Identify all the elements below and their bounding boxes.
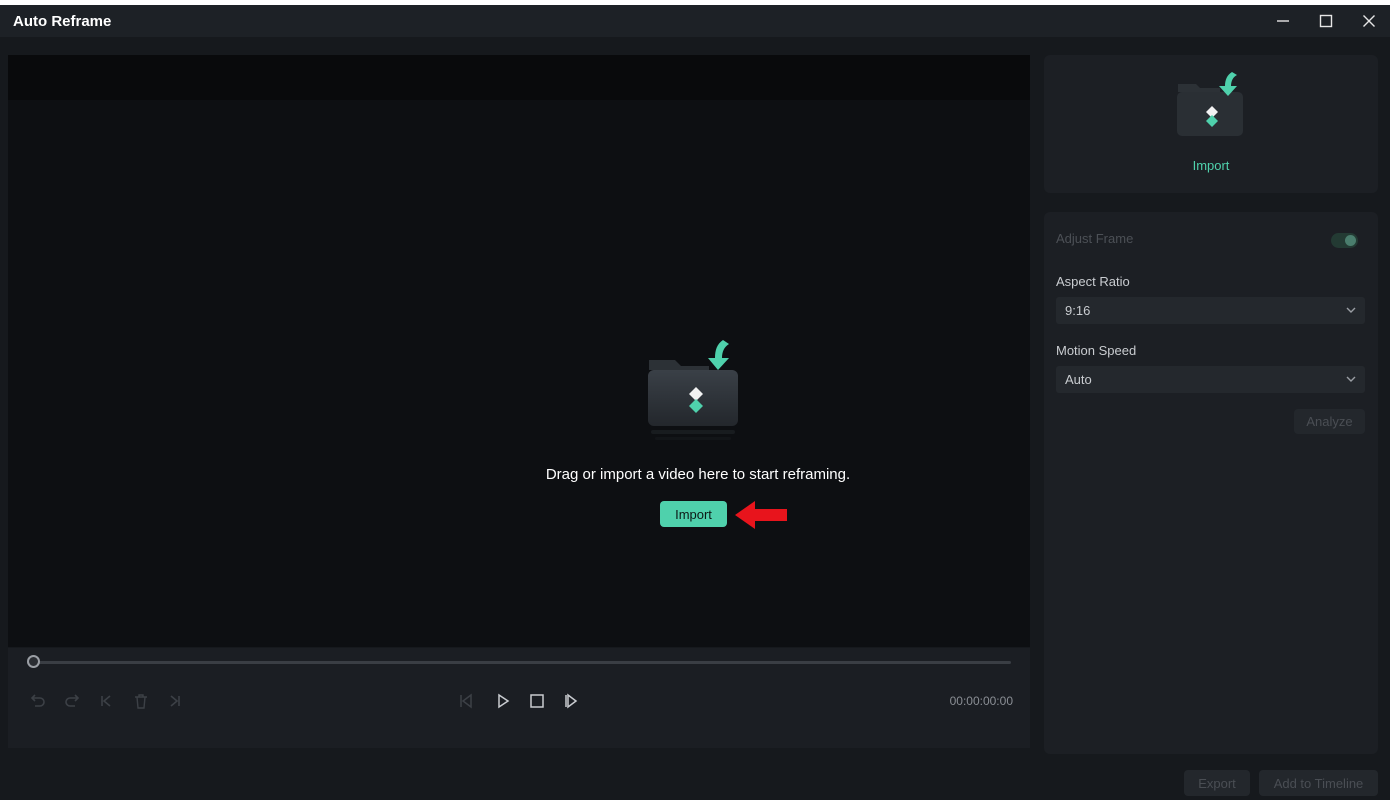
panel-import-label: Import bbox=[1192, 158, 1230, 173]
reframe-settings-panel bbox=[1044, 212, 1378, 754]
export-button[interactable]: Export bbox=[1184, 770, 1250, 796]
add-to-timeline-button[interactable]: Add to Timeline bbox=[1259, 770, 1378, 796]
previous-frame-button[interactable] bbox=[456, 690, 478, 712]
adjust-frame-label: Adjust Frame bbox=[1056, 231, 1134, 246]
title-bar: Auto Reframe bbox=[0, 5, 1390, 37]
window-edge bbox=[1390, 0, 1396, 800]
minimize-icon bbox=[1277, 20, 1289, 22]
maximize-button[interactable] bbox=[1305, 5, 1347, 37]
aspect-ratio-label: Aspect Ratio bbox=[1056, 274, 1130, 289]
panel-import-folder-icon bbox=[1177, 72, 1243, 136]
skip-to-end-icon bbox=[170, 695, 180, 707]
play-button[interactable] bbox=[492, 690, 514, 712]
motion-speed-value: Auto bbox=[1065, 372, 1092, 387]
next-frame-icon bbox=[565, 693, 578, 709]
motion-speed-label: Motion Speed bbox=[1056, 343, 1137, 358]
stop-button[interactable] bbox=[526, 690, 548, 712]
timecode-display: 00:00:00:00 bbox=[949, 694, 1013, 708]
minimize-button[interactable] bbox=[1262, 5, 1304, 37]
maximize-icon bbox=[1319, 14, 1333, 28]
redo-button[interactable] bbox=[61, 690, 83, 712]
close-button[interactable] bbox=[1348, 5, 1390, 37]
video-preview-area[interactable] bbox=[8, 55, 1030, 647]
adjust-frame-toggle[interactable] bbox=[1331, 233, 1358, 248]
stop-icon bbox=[530, 694, 544, 708]
preview-top-strip bbox=[8, 55, 1030, 100]
undo-button[interactable] bbox=[27, 690, 49, 712]
play-icon bbox=[498, 693, 510, 709]
chevron-down-icon bbox=[1346, 376, 1356, 382]
aspect-ratio-value: 9:16 bbox=[1065, 303, 1091, 318]
next-frame-button[interactable] bbox=[561, 690, 583, 712]
skip-to-end-button[interactable] bbox=[164, 690, 186, 712]
delete-button[interactable] bbox=[130, 690, 152, 712]
motion-speed-select[interactable]: Auto bbox=[1056, 366, 1365, 393]
previous-frame-icon bbox=[460, 693, 472, 709]
analyze-button[interactable]: Analyze bbox=[1294, 409, 1365, 434]
delete-icon bbox=[135, 694, 147, 709]
timeline-scrubber[interactable] bbox=[27, 661, 1011, 664]
red-pointer-arrow-icon bbox=[735, 501, 787, 529]
skip-to-start-icon bbox=[101, 695, 111, 707]
aspect-ratio-select[interactable]: 9:16 bbox=[1056, 297, 1365, 324]
skip-to-start-button[interactable] bbox=[95, 690, 117, 712]
import-button[interactable]: Import bbox=[660, 501, 727, 527]
window-title: Auto Reframe bbox=[13, 13, 112, 30]
import-folder-icon bbox=[648, 340, 738, 440]
undo-icon bbox=[30, 694, 45, 707]
playhead-handle[interactable] bbox=[27, 655, 40, 668]
redo-icon bbox=[65, 694, 80, 707]
close-icon bbox=[1363, 15, 1375, 27]
chevron-down-icon bbox=[1346, 307, 1356, 313]
